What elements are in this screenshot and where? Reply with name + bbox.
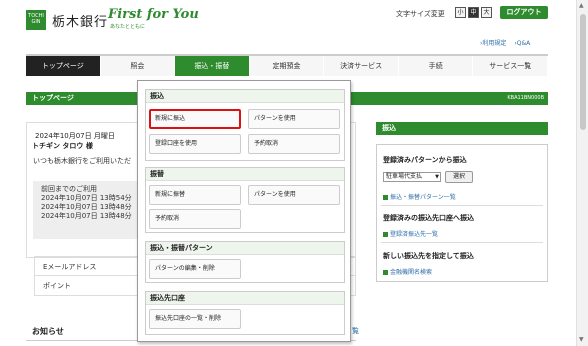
vertical-scrollbar[interactable]: ▲ ▼	[576, 0, 588, 346]
bank-name: 栃木銀行	[52, 15, 109, 30]
notice-list-link[interactable]: 覧	[352, 326, 359, 336]
chevron-down-icon: ▼	[435, 174, 439, 180]
registered-list-link-label: 登録済振込先一覧	[390, 231, 439, 238]
registered-list-link[interactable]: 登録済振込先一覧	[383, 229, 438, 238]
font-size-large-button[interactable]: 大	[481, 7, 492, 18]
current-date: 2024年10月07日 月曜日	[35, 132, 115, 140]
furikae-section-title: 振替	[146, 168, 344, 181]
registered-transfer-title: 登録済みの振込先口座へ振込	[383, 214, 474, 222]
pattern-list-link-label: 振込・振替パターン一覧	[390, 194, 456, 201]
thanks-message: いつも栃木銀行をご利用いただ	[33, 157, 131, 165]
nav-payment-service[interactable]: 決済サービス	[324, 56, 399, 76]
nav-inquiry[interactable]: 照会	[100, 56, 176, 76]
payee-account-section: 振込先口座 振込先口座の一覧・削除	[145, 291, 345, 335]
main-nav: トップページ 照会 振込・振替 定期預金 決済サービス 手続 サービス一覧	[26, 54, 549, 76]
logout-button[interactable]: ログアウト	[500, 6, 548, 19]
scroll-up-icon[interactable]: ▲	[579, 2, 584, 9]
use-registered-account-button[interactable]: 登録口座を使用	[149, 134, 241, 154]
font-size-small-button[interactable]: 小	[455, 7, 466, 18]
transfer-panel-header: 振込	[376, 122, 548, 135]
divider	[381, 242, 543, 243]
new-account-transfer-button[interactable]: 新規に振替	[149, 185, 241, 205]
payee-account-section-title: 振込先口座	[146, 292, 344, 305]
cancel-account-transfer-reservation-button[interactable]: 予約取消	[149, 209, 241, 229]
pattern-section: 振込・振替パターン パターンの編集・削除	[145, 241, 345, 283]
pattern-list-link[interactable]: 振込・振替パターン一覧	[383, 192, 456, 201]
new-transfer-button[interactable]: 新規に振込	[149, 109, 241, 129]
page-code: KBA11BN000B	[507, 95, 544, 101]
scrollbar-thumb[interactable]	[580, 14, 586, 130]
bank-search-link[interactable]: 金融機関名検索	[383, 267, 432, 276]
slogan-sub: あなたとともに	[110, 24, 146, 30]
nav-transfer[interactable]: 振込・振替	[175, 56, 250, 76]
slogan: First for You	[108, 7, 199, 22]
top-links: ›利用規定 ›Q&A	[480, 38, 536, 47]
select-pattern-button[interactable]: 選択	[445, 171, 473, 183]
font-size-medium-button[interactable]: 中	[468, 7, 479, 18]
pattern-transfer-title: 登録済みパターンから振込	[383, 156, 467, 164]
pattern-select[interactable]: 駐車場代支払 ▼	[383, 172, 441, 182]
transfer-panel: 登録済みパターンから振込 駐車場代支払 ▼ 選択 振込・振替パターン一覧 登録済み…	[376, 144, 548, 282]
bank-logo[interactable]: TOCHI GIN	[26, 10, 46, 30]
bullet-icon	[383, 270, 388, 275]
page: TOCHI GIN 栃木銀行 First for You あなたとともに 文字サ…	[0, 0, 588, 346]
payee-account-list-button[interactable]: 振込先口座の一覧・削除	[149, 309, 241, 329]
transfer-dropdown-menu: 振込 新規に振込 パターンを使用 登録口座を使用 予約取消 振替 新規に振替 パ…	[137, 80, 351, 342]
nav-time-deposit[interactable]: 定期預金	[249, 56, 325, 76]
user-name: トチギン タロウ 様	[32, 142, 93, 150]
use-pattern-transfer-button[interactable]: パターンを使用	[248, 109, 340, 129]
nav-procedures[interactable]: 手続	[398, 56, 474, 76]
new-transfer-title: 新しい振込先を指定して振込	[383, 252, 474, 260]
furikae-section: 振替 新規に振替 パターンを使用 予約取消	[145, 167, 345, 233]
notice-title: お知らせ	[32, 327, 64, 336]
bullet-icon	[383, 195, 388, 200]
font-size-label: 文字サイズ変更	[396, 10, 445, 18]
pattern-select-value: 駐車場代支払	[386, 173, 423, 180]
bank-search-link-label: 金融機関名検索	[390, 269, 433, 276]
furikomi-section: 振込 新規に振込 パターンを使用 登録口座を使用 予約取消	[145, 89, 345, 161]
nav-top-page[interactable]: トップページ	[26, 56, 101, 76]
furikomi-section-title: 振込	[146, 90, 344, 103]
edit-delete-pattern-button[interactable]: パターンの編集・削除	[149, 259, 241, 279]
nav-service-list[interactable]: サービス一覧	[473, 56, 549, 76]
pattern-section-title: 振込・振替パターン	[146, 242, 344, 255]
use-pattern-account-transfer-button[interactable]: パターンを使用	[248, 185, 340, 205]
faq-link[interactable]: ›Q&A	[514, 40, 530, 47]
page-title: トップページ	[32, 94, 74, 102]
cancel-transfer-reservation-button[interactable]: 予約取消	[248, 134, 340, 154]
terms-link[interactable]: ›利用規定	[480, 40, 506, 47]
scroll-down-icon[interactable]: ▼	[579, 336, 584, 343]
bullet-icon	[383, 232, 388, 237]
divider	[381, 205, 543, 206]
